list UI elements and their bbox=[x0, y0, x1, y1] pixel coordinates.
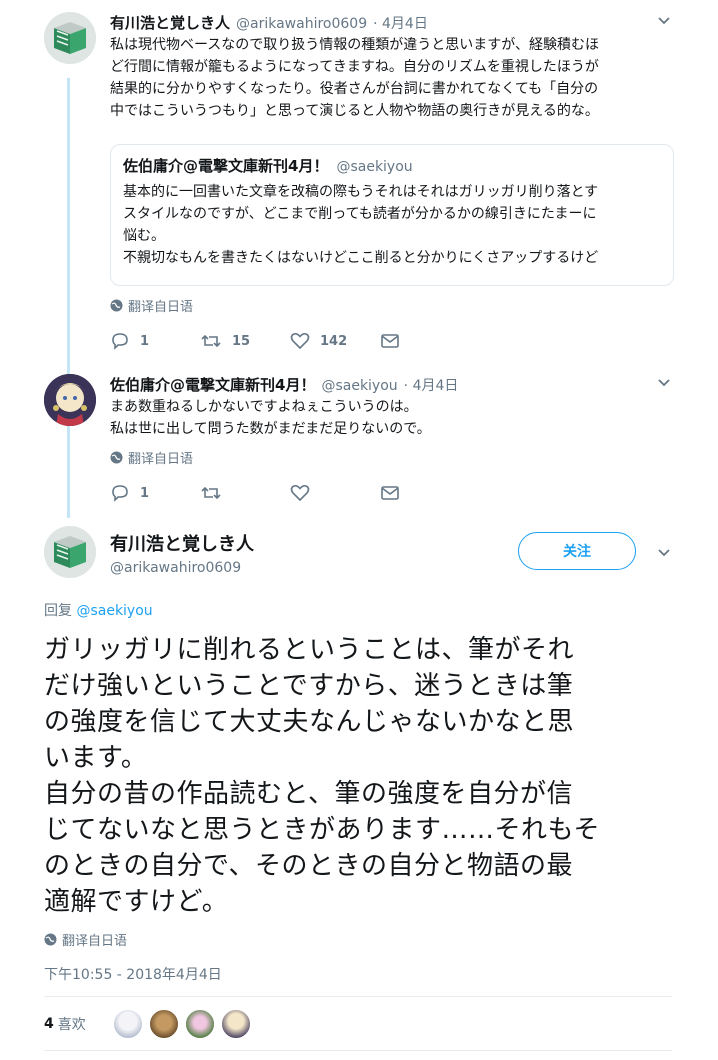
message-button[interactable] bbox=[380, 484, 470, 502]
quote-line: 悩む。 bbox=[123, 228, 165, 244]
tweet-timestamp[interactable]: 下午10:55 - 2018年4月4日 bbox=[44, 964, 222, 984]
main-line: だけ強いということですから、迷うときは筆 bbox=[44, 671, 574, 701]
translate-label[interactable]: 翻译自日语 bbox=[128, 448, 193, 467]
translate-label[interactable]: 翻译自日语 bbox=[128, 296, 193, 315]
translate-label[interactable]: 翻译自日语 bbox=[62, 930, 127, 949]
like-button[interactable]: 142 bbox=[290, 332, 380, 350]
divider bbox=[44, 996, 672, 997]
tweet-line: 中ではこういうつもり」と思って演じると人物や物語の奥行きが見える的な。 bbox=[110, 103, 599, 119]
author-name[interactable]: 佐伯庸介@電撃文庫新刊4月！ bbox=[110, 374, 315, 395]
tweet-line: 私は現代物ベースなので取り扱う情報の種類が違うと思いますが、経験積むほ bbox=[110, 37, 600, 53]
likers-avatars bbox=[112, 1008, 256, 1040]
chevron-down-icon[interactable] bbox=[656, 12, 672, 32]
tweet-actions: 1 bbox=[110, 484, 470, 502]
author-name[interactable]: 有川浩と覚しき人 bbox=[110, 530, 254, 556]
globe-icon bbox=[110, 299, 123, 312]
likes-label: 喜欢 bbox=[57, 1017, 86, 1033]
follow-button[interactable]: 关注 bbox=[518, 532, 636, 570]
quote-author-name: 佐伯庸介@電撃文庫新刊4月！ bbox=[123, 157, 329, 175]
translate-link[interactable]: 翻译自日语 bbox=[110, 448, 193, 467]
book-logo-icon bbox=[44, 12, 96, 64]
heart-icon bbox=[290, 333, 310, 350]
tweet-actions: 1 15 142 bbox=[110, 332, 470, 350]
liker-avatar[interactable] bbox=[184, 1008, 216, 1040]
main-line: のときの自分で、そのときの自分と物語の最 bbox=[44, 851, 573, 881]
main-line: います。 bbox=[44, 743, 148, 773]
author-name[interactable]: 有川浩と覚しき人 bbox=[110, 12, 230, 33]
avatar[interactable] bbox=[44, 12, 96, 64]
main-line: の強度を信じて大丈夫なんじゃないかなと思 bbox=[44, 707, 575, 737]
tweet-line: ど行間に情報が籠もるようになってきますね。自分のリズムを重視したほうが bbox=[110, 59, 599, 75]
quote-author-handle: @saekiyou bbox=[336, 159, 413, 175]
message-button[interactable] bbox=[380, 332, 470, 350]
translate-link[interactable]: 翻译自日语 bbox=[44, 930, 127, 949]
author-handle[interactable]: @arikawahiro0609 bbox=[110, 560, 254, 576]
retweet-button[interactable]: 15 bbox=[200, 332, 290, 350]
tweet-line: 私は世に出して問うた数がまだまだ足りないので。 bbox=[110, 421, 431, 437]
avatar[interactable] bbox=[44, 374, 96, 426]
heart-icon bbox=[290, 485, 310, 502]
translate-link[interactable]: 翻译自日语 bbox=[110, 296, 193, 315]
main-tweet-text: ガリッガリに削れるということは、筆がそれ だけ強いということですから、迷うときは… bbox=[44, 632, 694, 920]
reply-count: 1 bbox=[140, 333, 150, 349]
main-line: じてないなと思うときがあります……それもそ bbox=[44, 815, 600, 845]
tweet-text: まあ数重ねるしかないですよねぇこういうのは。 私は世に出して問うた数がまだまだ足… bbox=[110, 396, 680, 440]
liker-avatar[interactable] bbox=[112, 1008, 144, 1040]
tweet-line: 結果的に分かりやすくなったり。役者さんが台詞に書かれてなくても「自分の bbox=[110, 81, 599, 97]
retweet-icon bbox=[201, 334, 221, 348]
retweet-button[interactable] bbox=[200, 484, 290, 502]
retweet-count: 15 bbox=[232, 333, 251, 349]
anime-avatar-icon bbox=[44, 374, 96, 426]
thread-connector bbox=[67, 78, 70, 518]
reply-button[interactable]: 1 bbox=[110, 332, 200, 350]
tweet-date[interactable]: · 4月4日 bbox=[373, 13, 428, 33]
likes-summary[interactable]: 4 喜欢 bbox=[44, 1014, 86, 1034]
reply-icon bbox=[112, 333, 128, 350]
liker-avatar[interactable] bbox=[148, 1008, 180, 1040]
quoted-tweet[interactable]: 佐伯庸介@電撃文庫新刊4月！ @saekiyou 基本的に一回書いた文章を改稿の… bbox=[110, 144, 674, 286]
reply-count: 1 bbox=[140, 485, 150, 501]
main-line: ガリッガリに削れるということは、筆がそれ bbox=[44, 635, 575, 665]
likes-count: 4 bbox=[44, 1016, 54, 1032]
main-line: 自分の昔の作品読むと、筆の強度を自分が信 bbox=[44, 779, 573, 809]
reply-prefix: 回复 bbox=[44, 603, 72, 619]
author-handle[interactable]: @arikawahiro0609 bbox=[236, 16, 367, 32]
chevron-down-icon[interactable] bbox=[656, 374, 672, 394]
main-line: 適解ですけど。 bbox=[44, 887, 229, 917]
divider bbox=[44, 1050, 672, 1051]
retweet-icon bbox=[201, 486, 221, 500]
quote-text: 基本的に一回書いた文章を改稿の際もうそれはそれはガリッガリ削り落とす スタイルな… bbox=[123, 181, 663, 269]
liker-avatar[interactable] bbox=[220, 1008, 252, 1040]
quote-line: 不親切なもんを書きたくはないけどここ削ると分かりにくさアップするけど bbox=[123, 250, 599, 266]
book-logo-icon bbox=[44, 526, 96, 578]
envelope-icon bbox=[381, 334, 399, 348]
avatar[interactable] bbox=[44, 526, 96, 578]
tweet-line: まあ数重ねるしかないですよねぇこういうのは。 bbox=[110, 399, 418, 415]
globe-icon bbox=[44, 933, 57, 946]
author-handle[interactable]: @saekiyou bbox=[321, 378, 397, 394]
envelope-icon bbox=[381, 486, 399, 500]
tweet-text: 私は現代物ベースなので取り扱う情報の種類が違うと思いますが、経験積むほ ど行間に… bbox=[110, 34, 680, 122]
like-button[interactable] bbox=[290, 484, 380, 502]
like-count: 142 bbox=[320, 333, 348, 349]
tweet-date[interactable]: · 4月4日 bbox=[404, 375, 459, 395]
reply-button[interactable]: 1 bbox=[110, 484, 200, 502]
globe-icon bbox=[110, 451, 123, 464]
chevron-down-icon[interactable] bbox=[656, 544, 672, 564]
reply-icon bbox=[112, 485, 128, 502]
quote-line: 基本的に一回書いた文章を改稿の際もうそれはそれはガリッガリ削り落とす bbox=[123, 184, 599, 200]
reply-to-link[interactable]: @saekiyou bbox=[76, 603, 152, 619]
quote-line: スタイルなのですが、どこまで削っても読者が分かるかの線引きにたまーに bbox=[123, 206, 597, 222]
